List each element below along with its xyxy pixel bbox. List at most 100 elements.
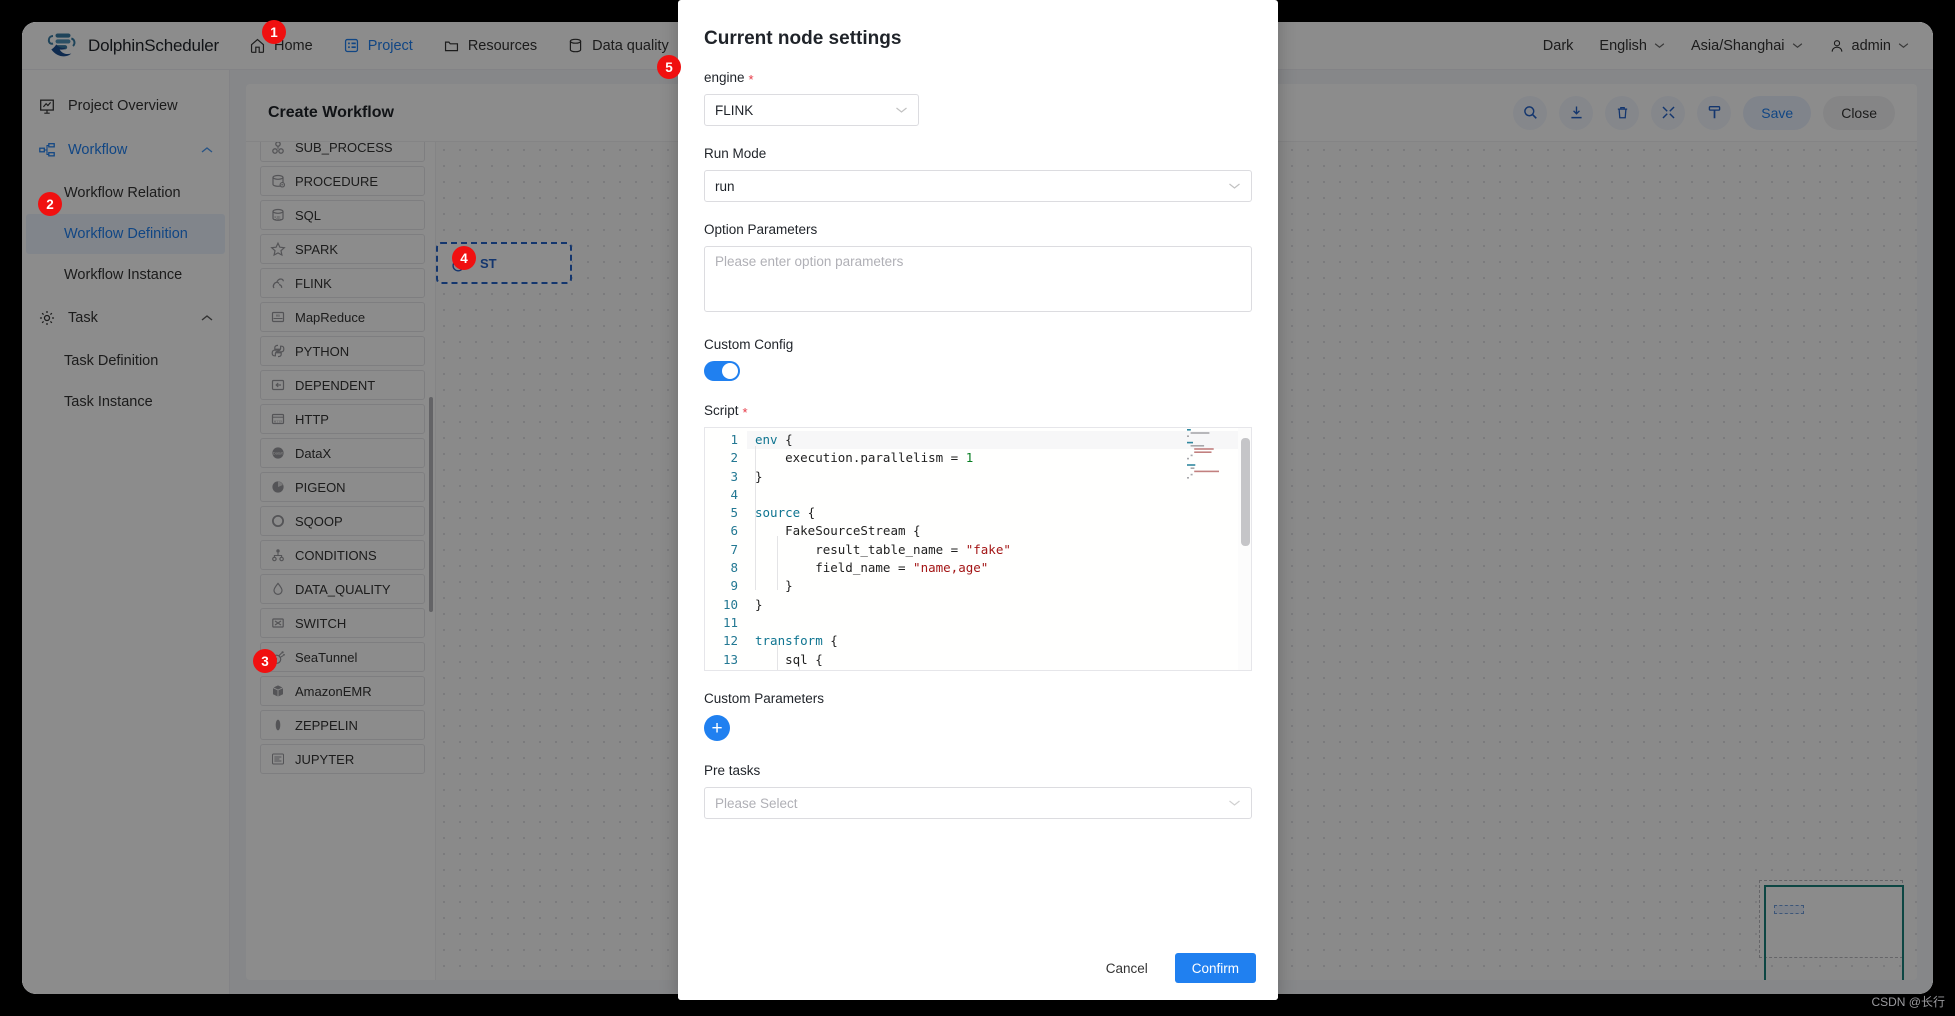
sidebar-item-project-overview[interactable]: Project Overview: [22, 84, 229, 128]
option-parameters-input[interactable]: [704, 246, 1252, 312]
palette-item-http[interactable]: HTTP HTTP: [260, 404, 425, 434]
language-selector[interactable]: English: [1599, 38, 1665, 54]
script-code-editor[interactable]: 1234567891011121314151617 env { executio…: [704, 427, 1252, 671]
palette-item-datax[interactable]: DataX DataX: [260, 438, 425, 468]
database-icon: [569, 38, 582, 53]
brand[interactable]: DolphinScheduler: [46, 31, 219, 61]
flink-icon: [272, 278, 284, 289]
editor-code-area[interactable]: env { execution.parallelism = 1} source …: [747, 428, 1251, 670]
gear-icon: [39, 310, 55, 326]
format-button[interactable]: [1697, 95, 1732, 130]
http-icon: HTTP: [271, 413, 285, 425]
svg-text:DataX: DataX: [273, 451, 284, 455]
spark-icon: [270, 241, 286, 257]
user-label: admin: [1851, 37, 1892, 54]
editor-scrollbar[interactable]: [1241, 438, 1250, 546]
palette-item-conditions[interactable]: CONDITIONS: [260, 540, 425, 570]
palette-item-amazonemr[interactable]: AmazonEMR: [260, 676, 425, 706]
palette-item-seatunnel[interactable]: SeaTunnel: [260, 642, 425, 672]
current-node-settings-dialog: Current node settings engine * FLINK Run…: [678, 0, 1278, 1000]
custom-config-toggle[interactable]: [704, 361, 740, 381]
step-badge-4: 4: [452, 246, 476, 270]
custom-config-field: Custom Config: [704, 337, 1252, 381]
task-type-palette: SUB_PROCESS PROCEDURE SQL SQL SPARK FLINK MR Ma…: [246, 142, 436, 980]
sidebar-item-workflow[interactable]: Workflow: [22, 128, 229, 172]
pre-tasks-placeholder: Please Select: [715, 795, 798, 811]
palette-item-jupyter[interactable]: JUPYTER: [260, 744, 425, 774]
palette-item-label: SQOOP: [295, 513, 343, 529]
nav-item-resources[interactable]: Resources: [443, 37, 537, 54]
pigeon-icon: [272, 481, 284, 493]
palette-item-sqoop[interactable]: SQOOP: [260, 506, 425, 536]
confirm-button[interactable]: Confirm: [1174, 953, 1256, 983]
run-mode-field: Run Mode run: [704, 146, 1252, 202]
download-button[interactable]: [1559, 95, 1594, 130]
palette-list: SUB_PROCESS PROCEDURE SQL SQL SPARK FLINK MR Ma…: [260, 142, 425, 774]
palette-item-python[interactable]: PYTHON: [260, 336, 425, 366]
delete-button[interactable]: [1605, 95, 1640, 130]
nav-item-data-quality[interactable]: Data quality: [567, 37, 669, 54]
chevron-down-icon: [1229, 183, 1240, 189]
dialog-title: Current node settings: [704, 28, 902, 49]
palette-item-switch[interactable]: SWITCH: [260, 608, 425, 638]
editor-toolbar: Save Close: [1513, 95, 1895, 130]
palette-item-flink[interactable]: FLINK: [260, 268, 425, 298]
sidebar-item-task-definition[interactable]: Task Definition: [26, 341, 225, 381]
save-button[interactable]: Save: [1743, 95, 1812, 130]
palette-scrollbar[interactable]: [429, 397, 433, 612]
add-custom-parameter-button[interactable]: +: [704, 715, 730, 741]
zeppelin-icon: [275, 719, 281, 731]
chevron-up-icon: [201, 147, 213, 153]
search-button[interactable]: [1513, 95, 1548, 130]
palette-item-dependent[interactable]: DEPENDENT: [260, 370, 425, 400]
workflow-icon: [39, 143, 55, 157]
engine-select[interactable]: FLINK: [704, 94, 919, 126]
palette-item-label: PROCEDURE: [295, 173, 379, 189]
conditions-icon: [272, 549, 284, 562]
theme-toggle[interactable]: Dark: [1543, 38, 1574, 54]
close-button[interactable]: Close: [1823, 95, 1895, 130]
canvas-node-label: ST: [480, 255, 497, 271]
indent-guide: [755, 446, 756, 590]
timezone-selector[interactable]: Asia/Shanghai: [1691, 38, 1803, 54]
palette-item-spark[interactable]: SPARK: [260, 234, 425, 264]
palette-item-pigeon[interactable]: PIGEON: [260, 472, 425, 502]
sidebar-item-task[interactable]: Task: [22, 296, 229, 340]
sidebar-item-task-instance[interactable]: Task Instance: [26, 382, 225, 422]
line-number: 10: [722, 596, 738, 612]
datax-icon: DataX: [272, 447, 284, 459]
sidebar-item-workflow-definition[interactable]: Workflow Definition: [26, 214, 225, 254]
sidebar-item-label: Workflow Relation: [64, 185, 181, 201]
sidebar-item-label: Task Definition: [64, 353, 159, 369]
cancel-button[interactable]: Cancel: [1088, 953, 1165, 983]
line-number: 12: [722, 633, 738, 649]
subprocess-icon: [272, 142, 284, 154]
palette-item-sub-process[interactable]: SUB_PROCESS: [260, 142, 425, 162]
fullscreen-button[interactable]: [1651, 95, 1686, 130]
run-mode-label: Run Mode: [704, 146, 767, 161]
sidebar-item-workflow-instance[interactable]: Workflow Instance: [26, 255, 225, 295]
palette-item-procedure[interactable]: PROCEDURE: [260, 166, 425, 196]
code-line: execution.parallelism = 1: [755, 450, 974, 466]
nav-item-resources-label: Resources: [467, 37, 538, 54]
canvas-minimap[interactable]: [1759, 880, 1904, 980]
palette-item-data-quality[interactable]: DATA_QUALITY: [260, 574, 425, 604]
user-menu[interactable]: admin: [1829, 38, 1910, 54]
run-mode-select[interactable]: run: [704, 170, 1252, 202]
palette-item-label: PYTHON: [295, 343, 350, 359]
svg-text:SQL: SQL: [274, 216, 282, 221]
editor-minimap[interactable]: [1186, 428, 1238, 486]
palette-item-zeppelin[interactable]: ZEPPELIN: [260, 710, 425, 740]
navbar-right: Dark English Asia/Shanghai admin: [1543, 38, 1909, 54]
code-line: }: [755, 596, 763, 612]
palette-item-mapreduce[interactable]: MR MapReduce: [260, 302, 425, 332]
data-quality-icon: [273, 582, 283, 595]
dialog-body: engine * FLINK Run Mode run Option Param…: [678, 50, 1278, 1000]
minimap-viewport[interactable]: [1764, 885, 1904, 980]
palette-item-sql[interactable]: SQL SQL: [260, 200, 425, 230]
pre-tasks-select[interactable]: Please Select: [704, 787, 1252, 819]
nav-item-project[interactable]: Project: [343, 37, 413, 54]
dolphin-logo-icon: [47, 33, 76, 56]
line-number: 3: [730, 468, 738, 484]
